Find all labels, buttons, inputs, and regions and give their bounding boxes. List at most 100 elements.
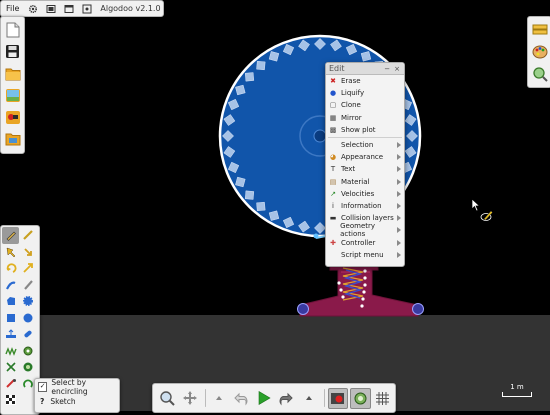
right-toolbar <box>527 16 550 88</box>
submenu-arrow-icon <box>397 166 401 173</box>
menu-item-information[interactable]: i Information <box>326 200 404 212</box>
submenu-arrow-icon <box>397 227 401 234</box>
tracer-tool-icon[interactable] <box>2 376 19 393</box>
redo-small-icon[interactable] <box>298 388 318 409</box>
separator <box>204 389 206 407</box>
wheel-tooth[interactable] <box>244 72 255 82</box>
menu-item-mirror[interactable]: ▦ Mirror <box>326 112 404 124</box>
menu-item-show-plot[interactable]: ▩ Show plot <box>326 124 404 136</box>
record-icon[interactable] <box>327 387 349 409</box>
palette-icon[interactable] <box>530 42 549 61</box>
menu-item-label: Erase <box>341 77 361 86</box>
window-icon[interactable] <box>63 3 75 15</box>
pattern-tool-icon[interactable] <box>2 392 19 409</box>
menu-divider <box>328 136 402 138</box>
zoom-icon[interactable] <box>157 388 177 409</box>
minimize-menu-icon[interactable]: − <box>384 65 390 73</box>
menu-item-label: Script menu <box>341 250 384 259</box>
knife-tool-icon[interactable] <box>19 277 36 294</box>
play-icon[interactable] <box>254 388 274 409</box>
menu-item-clone[interactable]: ▢ Clone <box>326 99 404 111</box>
wheel-tooth[interactable] <box>256 60 266 71</box>
scale-indicator: 1 m <box>502 383 532 397</box>
menu-item-script-menu[interactable]: Script menu <box>326 249 404 261</box>
gravity-icon[interactable] <box>350 387 371 409</box>
algobox-folder-icon[interactable] <box>3 130 22 149</box>
menu-title: Edit <box>329 64 345 73</box>
submenu-arrow-icon <box>397 142 401 149</box>
menu-item-selection[interactable]: Selection <box>326 139 404 151</box>
grid-icon[interactable] <box>373 388 393 409</box>
screen-icon[interactable] <box>45 3 57 15</box>
settings-gear-icon[interactable] <box>27 3 39 15</box>
menu-item-geometry-actions[interactable]: Geometry actions <box>326 222 404 238</box>
cut-tool-icon[interactable] <box>2 277 19 294</box>
menu-item-text[interactable]: T Text <box>326 163 404 175</box>
mirror-icon: ▦ <box>329 113 337 122</box>
fixate-tool-icon[interactable] <box>2 359 19 376</box>
menu-titlebar[interactable]: Edit − × <box>326 63 404 75</box>
close-menu-icon[interactable]: × <box>394 65 400 73</box>
gear-tool-icon[interactable] <box>19 293 36 310</box>
spring-tool-icon[interactable] <box>2 343 19 360</box>
hinge-tool-icon[interactable] <box>19 343 36 360</box>
menu-item-liquify[interactable]: ● Liquify <box>326 87 404 99</box>
menu-item-label: Mirror <box>341 113 362 122</box>
menu-item-material[interactable]: ▤ Material <box>326 176 404 188</box>
new-scene-icon[interactable] <box>3 20 22 39</box>
menu-item-label: Information <box>341 201 382 210</box>
menu-item-label: Liquify <box>341 89 365 98</box>
rotate-tool-icon[interactable] <box>2 260 19 277</box>
redo-icon[interactable] <box>276 388 296 409</box>
separator <box>323 389 325 407</box>
file-menu[interactable]: File <box>1 4 24 13</box>
simulation-scene[interactable] <box>0 0 550 411</box>
edit-context-menu: Edit − × ✖ Erase ● Liquify ▢ Clone ▦ Mirror ▩ Sho… <box>325 62 405 267</box>
menu-item-label: Clone <box>341 101 361 110</box>
selection-icon <box>328 140 338 150</box>
sketch-tool-icon[interactable] <box>2 227 19 244</box>
liquify-icon: ● <box>329 89 337 98</box>
brush-tool-icon[interactable] <box>19 227 36 244</box>
menu-item-erase[interactable]: ✖ Erase <box>326 75 404 87</box>
user-scenes-icon[interactable] <box>3 108 22 127</box>
thruster-tool-icon[interactable] <box>19 359 36 376</box>
undo-icon[interactable] <box>231 388 251 409</box>
wheel-tooth[interactable] <box>244 190 255 200</box>
help-icon[interactable] <box>81 3 93 15</box>
menu-item-appearance[interactable]: ◕ Appearance <box>326 151 404 163</box>
scale-bar <box>502 392 532 397</box>
select-by-encircling-checkbox[interactable]: ✓ <box>38 381 48 392</box>
menu-item-label: Controller <box>341 238 376 247</box>
zoom-scene-icon[interactable] <box>530 64 549 83</box>
select-by-encircling-option[interactable]: ✓ Select by encircling <box>35 378 119 396</box>
wheel-tooth[interactable] <box>256 201 266 212</box>
plane-tool-icon[interactable] <box>2 326 19 343</box>
move-tool-icon[interactable] <box>2 244 19 261</box>
sketch-label: Sketch <box>50 397 76 406</box>
sketch-help-option[interactable]: ? Sketch <box>35 394 119 409</box>
script-icon <box>328 250 338 260</box>
box-tool-icon[interactable] <box>2 310 19 327</box>
polygon-tool-icon[interactable] <box>2 293 19 310</box>
submenu-arrow-icon <box>397 154 401 161</box>
chain-tool-icon[interactable] <box>19 326 36 343</box>
scale-tool-icon[interactable] <box>19 260 36 277</box>
question-icon[interactable]: ? <box>40 397 44 406</box>
clone-icon: ▢ <box>329 101 337 110</box>
axle-left[interactable] <box>297 303 309 315</box>
drag-tool-icon[interactable] <box>19 244 36 261</box>
save-icon[interactable] <box>3 42 22 61</box>
circle-tool-icon[interactable] <box>19 310 36 327</box>
scale-label: 1 m <box>510 383 524 391</box>
menu-item-label: Show plot <box>341 125 376 134</box>
undo-small-icon[interactable] <box>209 388 229 409</box>
axle-right[interactable] <box>412 303 424 315</box>
menu-item-velocities[interactable]: ↗ Velocities <box>326 188 404 200</box>
layers-icon[interactable] <box>530 20 549 39</box>
text-icon: T <box>330 165 336 174</box>
submenu-arrow-icon <box>397 190 401 197</box>
open-folder-icon[interactable] <box>3 64 22 83</box>
scene-browser-icon[interactable] <box>3 86 22 105</box>
pan-icon[interactable] <box>179 388 199 409</box>
